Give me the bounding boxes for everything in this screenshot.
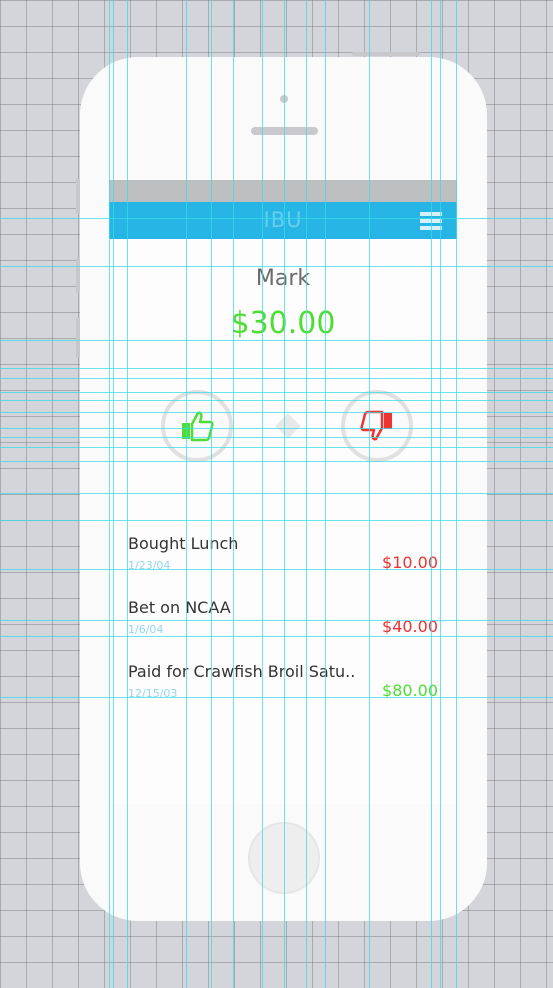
menu-bar-line bbox=[420, 212, 442, 216]
transaction-amount: $80.00 bbox=[382, 681, 438, 700]
transaction-row[interactable]: Bought Lunch 1/23/04 $10.00 bbox=[109, 532, 457, 596]
person-name: Mark bbox=[255, 266, 311, 291]
center-divider-shape bbox=[275, 413, 301, 439]
transaction-row[interactable]: Paid for Crawfish Broil Satu.. 12/15/03 $8… bbox=[109, 660, 457, 724]
thumbs-down-icon bbox=[360, 410, 392, 441]
phone-speaker bbox=[251, 127, 318, 135]
thumbs-down-button[interactable] bbox=[341, 390, 413, 462]
balance-amount: $30.00 bbox=[230, 306, 336, 341]
app-title: IBU bbox=[263, 208, 303, 232]
thumbs-up-icon bbox=[182, 411, 214, 442]
transaction-date: 12/15/03 bbox=[128, 687, 178, 700]
menu-bar-line bbox=[420, 226, 442, 230]
nav-bar: IBU bbox=[109, 202, 457, 239]
transaction-description: Bet on NCAA bbox=[128, 598, 231, 617]
status-bar bbox=[109, 180, 457, 202]
menu-bar-line bbox=[420, 219, 442, 223]
transaction-amount: $40.00 bbox=[382, 617, 438, 636]
thumbs-up-button[interactable] bbox=[161, 390, 233, 462]
phone-home-button[interactable] bbox=[248, 822, 320, 894]
transaction-amount: $10.00 bbox=[382, 553, 438, 572]
transaction-description: Paid for Crawfish Broil Satu.. bbox=[128, 662, 356, 681]
transaction-list: Bought Lunch 1/23/04 $10.00 Bet on NCAA 1/6/… bbox=[109, 532, 457, 724]
transaction-date: 1/23/04 bbox=[128, 559, 171, 572]
transaction-description: Bought Lunch bbox=[128, 534, 239, 553]
phone-camera bbox=[280, 95, 288, 103]
phone-power-button bbox=[352, 52, 420, 56]
hamburger-menu-icon[interactable] bbox=[420, 212, 442, 230]
transaction-row[interactable]: Bet on NCAA 1/6/04 $40.00 bbox=[109, 596, 457, 660]
app-screen: IBU Mark $30.00 Bought Lunch 1/23/04 $10.0… bbox=[109, 180, 457, 804]
transaction-date: 1/6/04 bbox=[128, 623, 164, 636]
